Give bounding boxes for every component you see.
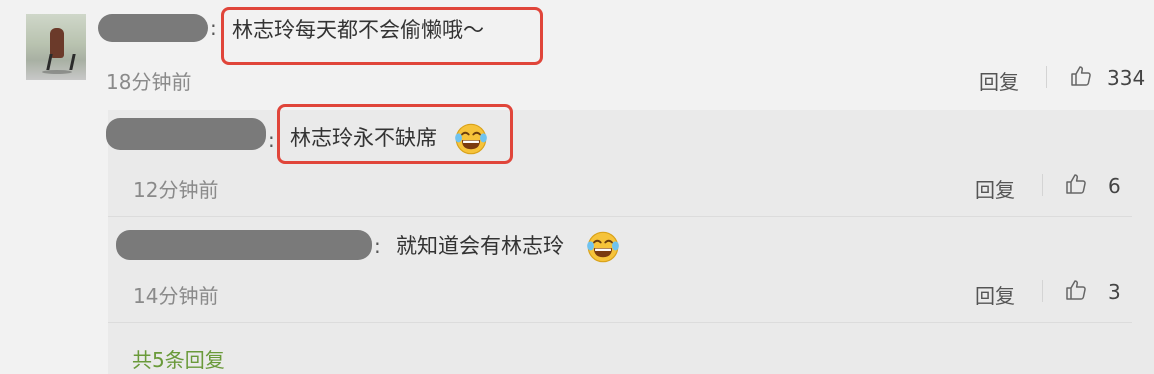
colon-separator: : bbox=[268, 128, 275, 152]
avatar[interactable] bbox=[26, 14, 86, 80]
reply-text: 就知道会有林志玲 bbox=[396, 234, 564, 258]
username-redacted[interactable] bbox=[106, 118, 266, 150]
laugh-cry-emoji bbox=[587, 231, 619, 263]
like-count: 3 bbox=[1108, 280, 1121, 304]
reply-time: 12分钟前 bbox=[133, 178, 219, 202]
view-all-replies-link[interactable]: 共5条回复 bbox=[132, 344, 225, 373]
divider bbox=[1046, 66, 1047, 88]
row-divider bbox=[108, 216, 1132, 217]
reply-button[interactable]: 回复 bbox=[975, 174, 1015, 203]
like-count: 6 bbox=[1108, 174, 1121, 198]
comment-text: 林志玲每天都不会偷懒哦～ bbox=[232, 18, 484, 42]
divider bbox=[1042, 174, 1043, 196]
reply-time: 14分钟前 bbox=[133, 284, 219, 308]
like-count: 334 bbox=[1107, 66, 1146, 90]
username-redacted[interactable] bbox=[98, 14, 208, 42]
thumbs-up-icon[interactable] bbox=[1064, 278, 1088, 302]
thumbs-up-icon[interactable] bbox=[1064, 172, 1088, 196]
row-divider bbox=[108, 322, 1132, 323]
username-redacted[interactable] bbox=[116, 230, 372, 260]
colon-separator: : bbox=[374, 234, 381, 258]
comment-time: 18分钟前 bbox=[106, 70, 192, 94]
reply-button[interactable]: 回复 bbox=[975, 280, 1015, 309]
laugh-cry-emoji bbox=[455, 123, 487, 155]
colon-separator: : bbox=[210, 16, 217, 40]
reply-text: 林志玲永不缺席 bbox=[290, 126, 437, 150]
divider bbox=[1042, 280, 1043, 302]
thumbs-up-icon[interactable] bbox=[1069, 64, 1093, 88]
reply-button[interactable]: 回复 bbox=[979, 66, 1019, 95]
